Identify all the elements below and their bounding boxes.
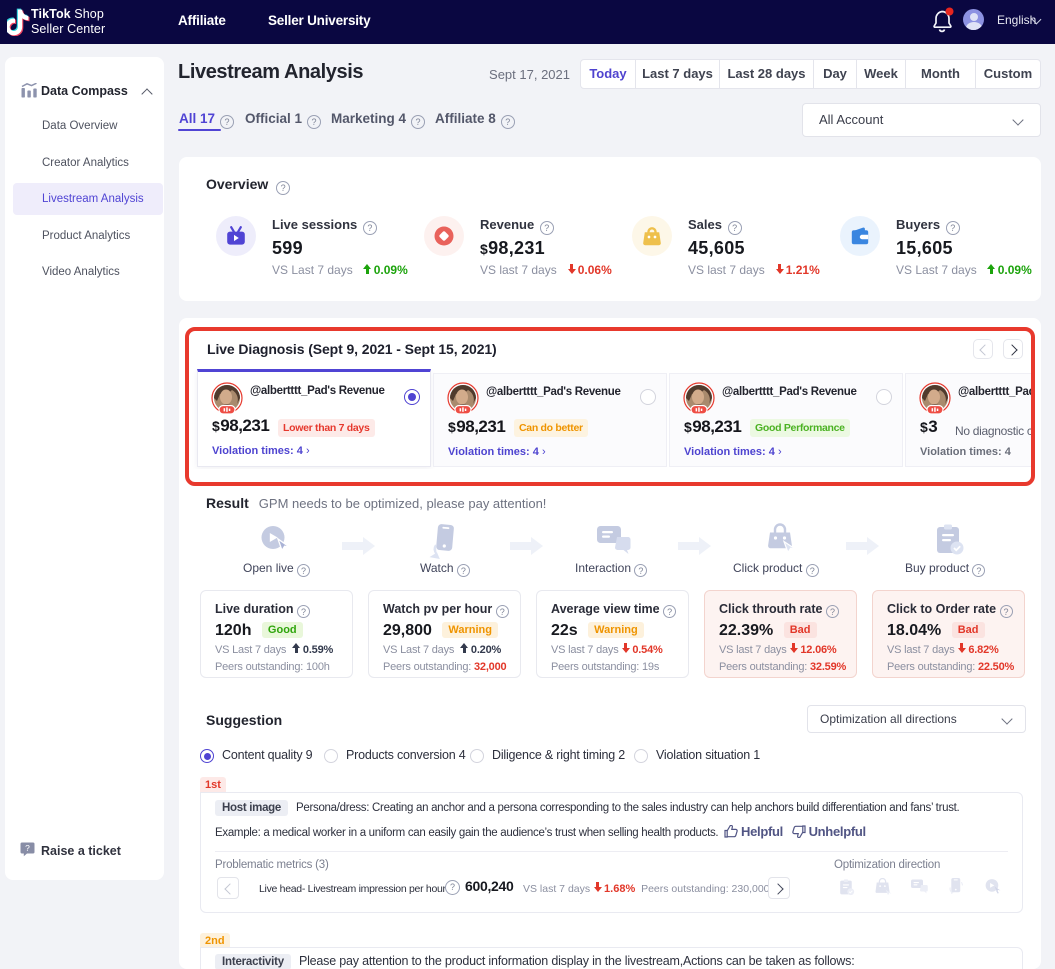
svg-text:?: ?	[25, 843, 30, 853]
